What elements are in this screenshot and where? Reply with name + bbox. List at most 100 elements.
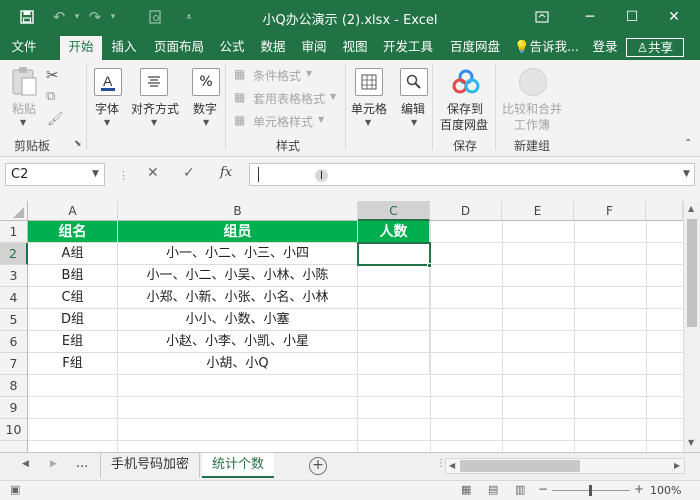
zoom-slider-thumb[interactable] xyxy=(589,485,592,496)
cell-style-button[interactable]: 单元格样式 xyxy=(253,113,313,130)
chevron-down-icon[interactable]: ▼ xyxy=(104,118,110,127)
row-header[interactable]: 1 xyxy=(0,221,28,243)
paste-icon[interactable] xyxy=(10,66,40,96)
tab-formulas[interactable]: 公式 xyxy=(214,34,250,60)
dialog-launcher-icon[interactable]: ⬊ xyxy=(74,139,82,149)
cells-icon[interactable] xyxy=(355,68,383,96)
ribbon-display-icon[interactable] xyxy=(528,4,556,30)
find-icon[interactable] xyxy=(400,68,428,96)
table-format-button[interactable]: 套用表格格式 xyxy=(253,90,325,107)
scroll-thumb[interactable] xyxy=(687,219,697,327)
tab-developer[interactable]: 开发工具 xyxy=(378,34,438,60)
zoom-out-icon[interactable]: − xyxy=(538,482,548,496)
vertical-scrollbar[interactable]: ▲ ▼ xyxy=(683,201,700,452)
tell-me-search[interactable]: 💡告诉我... xyxy=(514,34,580,60)
tab-page-layout[interactable]: 页面布局 xyxy=(148,34,210,60)
maximize-icon[interactable]: ☐ xyxy=(618,4,646,30)
number-label[interactable]: 数字 xyxy=(193,100,217,117)
conditional-format-button[interactable]: 条件格式 xyxy=(253,67,301,84)
share-button[interactable]: ♙共享 xyxy=(626,38,684,57)
tab-home[interactable]: 开始 xyxy=(60,36,102,60)
minimize-icon[interactable]: ─ xyxy=(576,4,604,30)
font-color-icon[interactable]: A xyxy=(94,68,122,96)
column-header[interactable]: C xyxy=(358,201,430,221)
sheet-tab-count[interactable]: 统计个数 xyxy=(202,453,274,478)
align-icon[interactable] xyxy=(140,68,168,96)
chevron-down-icon[interactable]: ▼ xyxy=(411,118,417,127)
horizontal-scrollbar[interactable]: ◀ ▶ xyxy=(445,458,685,474)
name-box[interactable]: C2 xyxy=(5,163,105,186)
save-to-baidu-label-2[interactable]: 百度网盘 xyxy=(440,116,488,133)
confirm-icon[interactable]: ✓ xyxy=(183,165,195,181)
drag-handle-icon[interactable]: ⋮ xyxy=(118,169,129,182)
tab-insert[interactable]: 插入 xyxy=(106,34,142,60)
tab-view[interactable]: 视图 xyxy=(336,34,374,60)
row-header[interactable]: 7 xyxy=(0,353,28,375)
scroll-left-icon[interactable]: ◀ xyxy=(22,459,29,469)
normal-view-icon[interactable]: ▦ xyxy=(461,483,471,496)
collapse-ribbon-icon[interactable]: ⌃ xyxy=(684,138,692,149)
editing-label[interactable]: 编辑 xyxy=(401,100,425,117)
chevron-down-icon[interactable]: ▼ xyxy=(151,118,157,127)
align-label[interactable]: 对齐方式 xyxy=(131,100,179,117)
baidu-cloud-icon[interactable] xyxy=(452,68,480,99)
copy-icon[interactable]: ⧉ xyxy=(46,89,55,104)
column-header[interactable]: E xyxy=(502,201,574,221)
row-header[interactable]: 9 xyxy=(0,397,28,419)
scroll-down-icon[interactable]: ▼ xyxy=(688,438,694,447)
save-icon[interactable] xyxy=(16,7,38,27)
row-header[interactable]: 10 xyxy=(0,419,28,441)
compare-merge-label-2[interactable]: 工作簿 xyxy=(514,116,550,133)
print-preview-icon[interactable] xyxy=(144,7,166,27)
column-header[interactable]: D xyxy=(430,201,502,221)
cancel-icon[interactable]: ✕ xyxy=(147,165,159,181)
fill-handle[interactable] xyxy=(427,263,432,268)
chevron-down-icon[interactable]: ▼ xyxy=(318,115,324,124)
chevron-down-icon[interactable]: ▼ xyxy=(92,169,99,179)
column-header[interactable]: F xyxy=(574,201,646,221)
row-header[interactable]: 4 xyxy=(0,287,28,309)
chevron-down-icon[interactable]: ▼ xyxy=(20,118,26,127)
cells-label[interactable]: 单元格 xyxy=(351,100,387,117)
insert-function-icon[interactable]: fx xyxy=(220,165,232,180)
zoom-level[interactable]: 100% xyxy=(650,484,681,497)
chevron-down-icon[interactable]: ▼ xyxy=(330,92,336,101)
row-header[interactable]: 5 xyxy=(0,309,28,331)
save-to-baidu-label-1[interactable]: 保存到 xyxy=(447,100,483,117)
font-label[interactable]: 字体 xyxy=(95,100,119,117)
zoom-in-icon[interactable]: + xyxy=(634,482,644,496)
column-header[interactable]: A xyxy=(28,201,118,221)
row-header[interactable]: 3 xyxy=(0,265,28,287)
column-header[interactable] xyxy=(646,201,683,221)
compare-merge-label-1[interactable]: 比较和合并 xyxy=(502,100,562,117)
selected-cell[interactable] xyxy=(357,242,431,266)
scroll-up-icon[interactable]: ▲ xyxy=(688,204,694,213)
tab-baidu[interactable]: 百度网盘 xyxy=(444,34,506,60)
format-painter-icon[interactable]: 🖌 xyxy=(47,112,64,127)
macro-record-icon[interactable]: ▣ xyxy=(10,483,20,496)
tab-review[interactable]: 审阅 xyxy=(296,34,332,60)
percent-icon[interactable]: % xyxy=(192,68,220,96)
chevron-down-icon[interactable]: ▼ xyxy=(365,118,371,127)
cut-icon[interactable]: ✂ xyxy=(46,66,59,84)
login-link[interactable]: 登录 xyxy=(588,34,622,60)
tab-data[interactable]: 数据 xyxy=(254,34,292,60)
chevron-down-icon[interactable]: ▾ xyxy=(102,7,124,27)
more-sheets[interactable]: ... xyxy=(76,456,88,471)
row-header[interactable] xyxy=(0,441,28,452)
chevron-down-icon[interactable]: ▼ xyxy=(203,118,209,127)
page-layout-view-icon[interactable]: ▤ xyxy=(488,483,498,496)
chevron-down-icon[interactable]: ▼ xyxy=(306,69,312,78)
worksheet-grid[interactable]: A B C D E F 1 2 3 4 5 6 7 8 9 10 组名 组员 人… xyxy=(0,201,700,452)
row-header[interactable]: 8 xyxy=(0,375,28,397)
scroll-left-icon[interactable]: ◀ xyxy=(449,461,455,470)
sheet-tab-phone-encrypt[interactable]: 手机号码加密 xyxy=(100,453,200,478)
add-sheet-icon[interactable]: + xyxy=(309,457,327,475)
row-header[interactable]: 2 xyxy=(0,243,28,265)
scroll-right-icon[interactable]: ▶ xyxy=(674,461,680,470)
customize-toolbar-icon[interactable]: ⩡ xyxy=(178,7,200,27)
chevron-down-icon[interactable]: ▼ xyxy=(683,169,690,179)
row-header[interactable]: 6 xyxy=(0,331,28,353)
page-break-view-icon[interactable]: ▥ xyxy=(515,483,525,496)
scroll-thumb[interactable] xyxy=(460,460,580,472)
